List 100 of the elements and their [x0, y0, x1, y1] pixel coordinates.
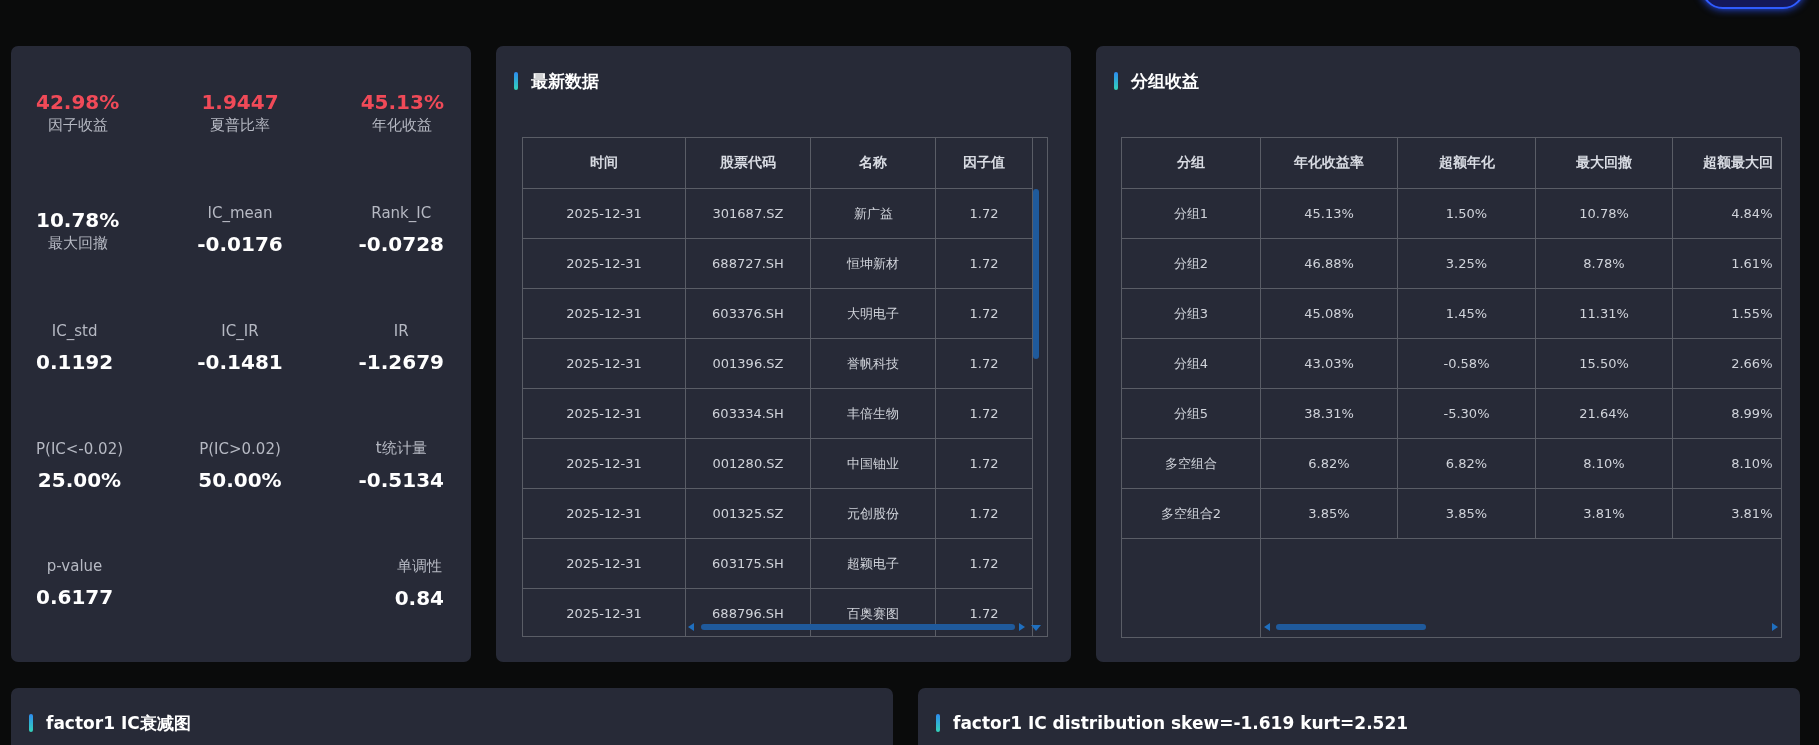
stat-value: 0.84 — [394, 585, 444, 610]
table-cell: 8.78% — [1535, 238, 1673, 289]
table-cell: 11.31% — [1535, 288, 1673, 339]
stat-value: 45.13% — [360, 90, 444, 115]
table-cell: 6.82% — [1397, 438, 1536, 489]
table-cell: 46.88% — [1260, 238, 1398, 289]
table-cell: 超颖电子 — [810, 538, 936, 589]
stat-value: -0.5134 — [358, 468, 444, 493]
table-cell: 43.03% — [1260, 338, 1398, 389]
table-cell: 2025-12-31 — [523, 538, 686, 589]
column-header[interactable]: 最大回撤 — [1535, 138, 1673, 189]
stat-label: IC_IR — [221, 322, 259, 340]
title-accent-bar — [936, 714, 940, 732]
column-header[interactable]: 年化收益率 — [1260, 138, 1398, 189]
scroll-left-icon[interactable] — [688, 623, 694, 631]
table-cell: 新广益 — [810, 188, 936, 239]
table-cell: 2025-12-31 — [523, 488, 686, 539]
table-cell: 3.25% — [1397, 238, 1536, 289]
table-cell: 誉帆科技 — [810, 338, 936, 389]
stat-label: IC_std — [51, 322, 98, 340]
table-cell: 15.50% — [1535, 338, 1673, 389]
table-cell: 45.13% — [1260, 188, 1398, 239]
table-cell: 603334.SH — [685, 388, 811, 439]
table-cell: 3.85% — [1397, 488, 1536, 539]
table-cell: 1.72 — [935, 338, 1033, 389]
column-header[interactable]: 因子值 — [935, 138, 1033, 189]
table-cell: 2025-12-31 — [523, 288, 686, 339]
table-cell: 2025-12-31 — [523, 438, 686, 489]
title-accent-bar — [1114, 72, 1118, 90]
panel-title: 最新数据 — [531, 69, 599, 93]
stat-value: -1.2679 — [358, 350, 444, 374]
table-cell: 2025-12-31 — [523, 338, 686, 389]
table-cell: 001280.SZ — [685, 438, 811, 489]
table-cell: 1.72 — [935, 538, 1033, 589]
table-cell: 1.72 — [935, 238, 1033, 289]
stat-label: IR — [393, 322, 409, 340]
column-header[interactable]: 时间 — [523, 138, 686, 189]
stat-value: -0.0728 — [358, 232, 444, 257]
stat-label: p-value — [46, 557, 103, 576]
table-cell: 1.72 — [935, 438, 1033, 489]
table-cell: 10.78% — [1535, 188, 1673, 239]
column-header[interactable]: 超额年化 — [1397, 138, 1536, 189]
stat-value: 0.6177 — [36, 585, 114, 610]
stat-value: -0.1481 — [197, 350, 283, 374]
stat-label: 夏普比率 — [210, 116, 270, 136]
table-cell: 1.72 — [935, 388, 1033, 439]
table-cell: 45.08% — [1260, 288, 1398, 339]
vertical-scrollbar-thumb[interactable] — [1033, 189, 1039, 359]
stat-label: P(IC>0.02) — [199, 439, 281, 458]
panel-title: factor1 IC distribution skew=-1.619 kurt=2.521 — [953, 713, 1409, 733]
stat-label: IC_mean — [207, 204, 273, 223]
stat-value: 25.00% — [37, 467, 122, 492]
table-cell: 2025-12-31 — [523, 388, 686, 439]
stat-label: 因子收益 — [47, 116, 108, 136]
stat-label: 单调性 — [396, 556, 442, 576]
table-cell: 中国铀业 — [810, 438, 936, 489]
table-cell: 001325.SZ — [685, 488, 811, 539]
stat-label: t统计量 — [375, 439, 427, 459]
title-accent-bar — [514, 72, 518, 90]
stat-value: 10.78% — [36, 207, 120, 232]
stat-label: 年化收益 — [372, 116, 433, 136]
table-cell: 301687.SZ — [685, 188, 811, 239]
table-cell: 1.72 — [935, 188, 1033, 239]
table-cell: 001396.SZ — [685, 338, 811, 389]
stat-label: P(IC<-0.02) — [36, 439, 124, 458]
table-cell: 元创股份 — [810, 488, 936, 539]
column-header[interactable]: 股票代码 — [685, 138, 811, 189]
table-cell: 38.31% — [1260, 388, 1398, 439]
table-cell: 恒坤新材 — [810, 238, 936, 289]
table-cell: 1.50% — [1397, 188, 1536, 239]
scroll-right-icon[interactable] — [1772, 623, 1778, 631]
panel-title: 分组收益 — [1131, 69, 1199, 93]
table-cell: 3.81% — [1535, 488, 1673, 539]
scroll-left-icon[interactable] — [1264, 623, 1270, 631]
table-cell: 1.72 — [935, 488, 1033, 539]
scroll-down-icon[interactable] — [1031, 625, 1041, 631]
table-cell: 1.72 — [935, 288, 1033, 339]
table-cell: -5.30% — [1397, 388, 1536, 439]
stat-value: 0.1192 — [36, 350, 114, 374]
table-cell: 2025-12-31 — [523, 188, 686, 239]
stat-value: -0.0176 — [197, 232, 283, 257]
table-cell: 21.64% — [1535, 388, 1673, 439]
table-cell: 8.10% — [1535, 438, 1673, 489]
stat-value: 1.9447 — [201, 90, 279, 115]
table-cell: 6.82% — [1260, 438, 1398, 489]
table-cell: 688727.SH — [685, 238, 811, 289]
panel-title: factor1 IC衰减图 — [46, 711, 191, 735]
table-cell: 3.85% — [1260, 488, 1398, 539]
table-cell: -0.58% — [1397, 338, 1536, 389]
stat-label: 最大回撤 — [47, 233, 108, 253]
horizontal-scrollbar-thumb[interactable] — [701, 624, 1015, 630]
stat-value: 42.98% — [36, 90, 120, 115]
column-header[interactable]: 名称 — [810, 138, 936, 189]
title-accent-bar — [29, 714, 33, 732]
table-cell: 603376.SH — [685, 288, 811, 339]
stat-label: Rank_IC — [371, 204, 432, 223]
scroll-right-icon[interactable] — [1019, 623, 1025, 631]
horizontal-scrollbar-thumb[interactable] — [1276, 624, 1426, 630]
table-cell: 1.45% — [1397, 288, 1536, 339]
table-cell: 2025-12-31 — [523, 238, 686, 289]
